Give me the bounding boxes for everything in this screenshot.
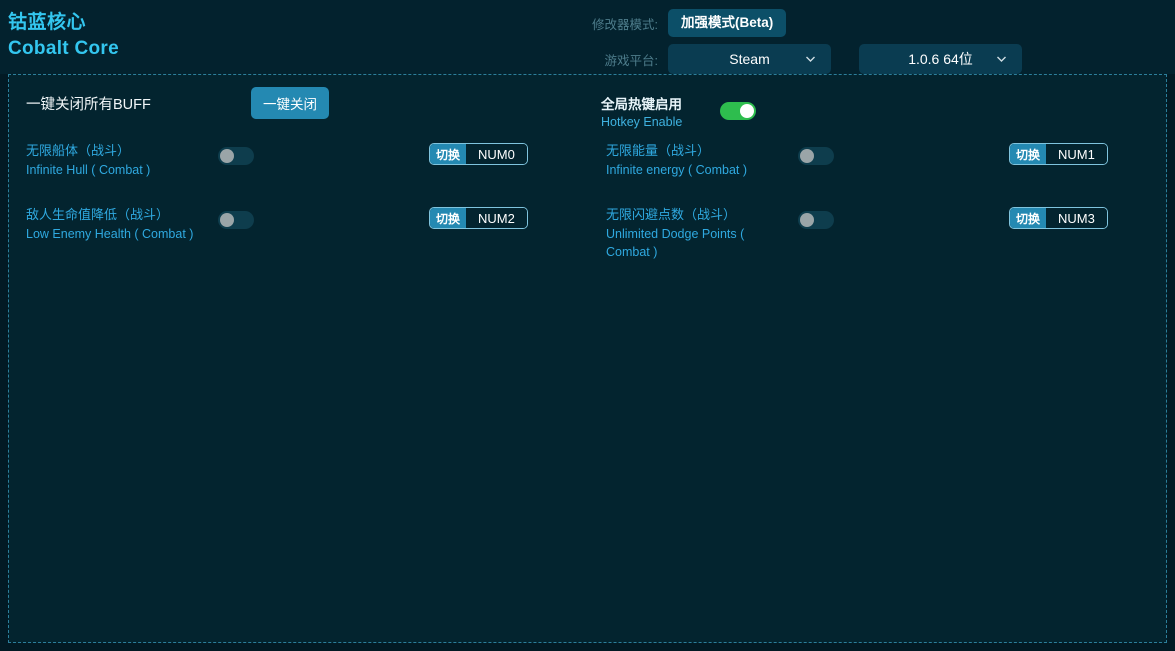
chevron-down-icon <box>995 53 1008 66</box>
hotkey-key-label: NUM3 <box>1046 208 1107 228</box>
cheat-hotkey-badge[interactable]: 切换 NUM0 <box>429 143 528 165</box>
cheat-label-en: Unlimited Dodge Points ( Combat ) <box>606 225 782 261</box>
hotkey-key-label: NUM2 <box>466 208 527 228</box>
cheats-column-left: 无限船体（战斗） Infinite Hull ( Combat ) 切换 NUM… <box>9 139 589 267</box>
hotkey-key-label: NUM0 <box>466 144 527 164</box>
cheats-column-right: 无限能量（战斗） Infinite energy ( Combat ) 切换 N… <box>589 139 1169 267</box>
toggle-knob <box>800 149 814 163</box>
cheat-row-infinite-hull: 无限船体（战斗） Infinite Hull ( Combat ) 切换 NUM… <box>9 139 589 203</box>
cheat-label-en: Infinite energy ( Combat ) <box>606 161 782 179</box>
hotkey-action-label: 切换 <box>1010 144 1046 164</box>
cheat-label-cn: 无限船体（战斗） <box>26 141 202 161</box>
platform-dropdown-value: Steam <box>729 51 769 67</box>
toggle-knob <box>740 104 754 118</box>
cheat-labels: 敌人生命值降低（战斗） Low Enemy Health ( Combat ) <box>26 205 202 243</box>
hotkey-action-label: 切换 <box>1010 208 1046 228</box>
cheat-label-en: Infinite Hull ( Combat ) <box>26 161 202 179</box>
hotkey-action-label: 切换 <box>430 144 466 164</box>
hotkey-enable-label-cn: 全局热键启用 <box>601 96 682 114</box>
cheat-toggle[interactable] <box>798 211 834 229</box>
cheat-hotkey-badge[interactable]: 切换 NUM3 <box>1009 207 1108 229</box>
game-platform-row: 游戏平台: Steam 1.0.6 64位 <box>580 44 1022 74</box>
hotkey-enable-labels: 全局热键启用 Hotkey Enable <box>601 96 682 131</box>
trainer-mode-row: 修改器模式: 加强模式(Beta) <box>580 9 786 37</box>
version-dropdown-value: 1.0.6 64位 <box>908 49 973 69</box>
cheat-hotkey-badge[interactable]: 切换 NUM2 <box>429 207 528 229</box>
cheat-toggle[interactable] <box>798 147 834 165</box>
cheat-label-cn: 无限能量（战斗） <box>606 141 782 161</box>
header-controls: 修改器模式: 加强模式(Beta) 游戏平台: Steam 1.0.6 64位 <box>580 0 1175 74</box>
hotkey-enable-label-en: Hotkey Enable <box>601 114 682 131</box>
cheat-label-en: Low Enemy Health ( Combat ) <box>26 225 202 243</box>
version-dropdown[interactable]: 1.0.6 64位 <box>859 44 1022 74</box>
cheat-row-low-enemy-health: 敌人生命值降低（战斗） Low Enemy Health ( Combat ) … <box>9 203 589 267</box>
cheat-labels: 无限船体（战斗） Infinite Hull ( Combat ) <box>26 141 202 179</box>
cheat-label-cn: 无限闪避点数（战斗） <box>606 205 782 225</box>
game-platform-label: 游戏平台: <box>580 50 658 69</box>
app-title-cn: 钴蓝核心 <box>8 10 119 36</box>
cheat-row-unlimited-dodge-points: 无限闪避点数（战斗） Unlimited Dodge Points ( Comb… <box>589 203 1169 267</box>
trainer-mode-label: 修改器模式: <box>580 14 658 33</box>
cheat-row-infinite-energy: 无限能量（战斗） Infinite energy ( Combat ) 切换 N… <box>589 139 1169 203</box>
chevron-down-icon <box>804 53 817 66</box>
trainer-mode-button[interactable]: 加强模式(Beta) <box>668 9 786 37</box>
cheat-toggle[interactable] <box>218 147 254 165</box>
cheat-label-cn: 敌人生命值降低（战斗） <box>26 205 202 225</box>
app-title-en: Cobalt Core <box>8 36 119 62</box>
hotkey-key-label: NUM1 <box>1046 144 1107 164</box>
toggle-knob <box>800 213 814 227</box>
hotkey-enable-toggle-wrap <box>720 102 756 120</box>
cheat-hotkey-badge[interactable]: 切换 NUM1 <box>1009 143 1108 165</box>
cheat-toggle[interactable] <box>218 211 254 229</box>
toggle-knob <box>220 213 234 227</box>
close-all-buffs-label: 一键关闭所有BUFF <box>26 93 151 114</box>
header-bar: 钴蓝核心 Cobalt Core 修改器模式: 加强模式(Beta) 游戏平台:… <box>0 0 1175 74</box>
close-all-buffs-button[interactable]: 一键关闭 <box>251 87 329 119</box>
hotkey-enable-toggle[interactable] <box>720 102 756 120</box>
toggle-knob <box>220 149 234 163</box>
hotkey-action-label: 切换 <box>430 208 466 228</box>
cheat-labels: 无限闪避点数（战斗） Unlimited Dodge Points ( Comb… <box>606 205 782 261</box>
panel-top-row: 一键关闭所有BUFF 一键关闭 全局热键启用 Hotkey Enable <box>9 75 1166 139</box>
platform-dropdown[interactable]: Steam <box>668 44 831 74</box>
cheats-panel: 一键关闭所有BUFF 一键关闭 全局热键启用 Hotkey Enable 无限船… <box>8 74 1167 643</box>
cheat-labels: 无限能量（战斗） Infinite energy ( Combat ) <box>606 141 782 179</box>
trainer-window: 钴蓝核心 Cobalt Core 修改器模式: 加强模式(Beta) 游戏平台:… <box>0 0 1175 651</box>
app-title-block: 钴蓝核心 Cobalt Core <box>8 10 119 62</box>
